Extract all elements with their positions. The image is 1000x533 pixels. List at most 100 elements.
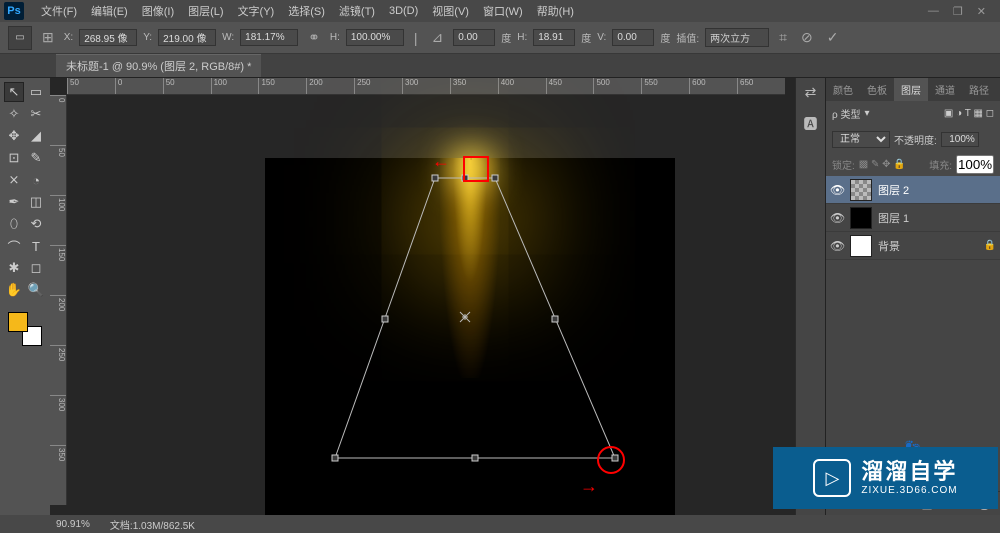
- healing-tool[interactable]: ⊡: [4, 148, 24, 168]
- tab-color[interactable]: 颜色: [826, 78, 860, 101]
- zoom-tool[interactable]: 🔍: [26, 280, 46, 300]
- layer-thumb[interactable]: [850, 235, 872, 257]
- menubar: Ps 文件(F) 编辑(E) 图像(I) 图层(L) 文字(Y) 选择(S) 滤…: [0, 0, 1000, 22]
- restore-button[interactable]: ❐: [953, 5, 963, 18]
- warp-icon[interactable]: ⌗: [779, 29, 787, 46]
- layer-row[interactable]: 👁 图层 2: [826, 176, 1000, 204]
- layer-row[interactable]: 👁 背景 🔒: [826, 232, 1000, 260]
- pen-tool[interactable]: ⌒: [4, 236, 24, 256]
- transform-tool-icon[interactable]: ▭: [8, 26, 32, 50]
- eyedropper-tool[interactable]: ◢: [26, 126, 46, 146]
- menu-edit[interactable]: 编辑(E): [84, 3, 135, 19]
- layer-name[interactable]: 图层 1: [878, 210, 909, 226]
- menu-type[interactable]: 文字(Y): [231, 3, 282, 19]
- kind-label: ρ 类型: [832, 106, 860, 121]
- layer-thumb[interactable]: [850, 179, 872, 201]
- menu-layer[interactable]: 图层(L): [181, 3, 230, 19]
- deg-label3: 度: [660, 30, 670, 45]
- options-bar: ▭ ⊞ X: Y: W: ⚭ H: | ⊿ 度 H: 度 V: 度 插值: 两次…: [0, 22, 1000, 54]
- watermark: ▷ 溜溜自学 ZIXUE.3D66.COM: [773, 447, 998, 509]
- opacity-label: 不透明度:: [894, 132, 937, 147]
- y-field[interactable]: [158, 29, 216, 46]
- minimize-button[interactable]: —: [928, 5, 939, 18]
- brush-tool[interactable]: ✎: [26, 148, 46, 168]
- close-button[interactable]: ✕: [977, 5, 986, 18]
- color-swatches[interactable]: [8, 312, 42, 346]
- stamp-tool[interactable]: ⨯: [4, 170, 24, 190]
- menu-view[interactable]: 视图(V): [425, 3, 476, 19]
- tab-channels[interactable]: 通道: [928, 78, 962, 101]
- crop-tool[interactable]: ✥: [4, 126, 24, 146]
- vskew-field[interactable]: [612, 29, 654, 46]
- h-field[interactable]: [346, 29, 404, 46]
- lock-icon: 🔒: [984, 240, 996, 251]
- vskew-label: V:: [597, 32, 606, 43]
- angle-field[interactable]: [453, 29, 495, 46]
- visibility-icon[interactable]: 👁: [830, 183, 844, 197]
- layer-name[interactable]: 背景: [878, 238, 900, 254]
- ruler-tick: 200: [50, 295, 66, 345]
- menu-image[interactable]: 图像(I): [135, 3, 181, 19]
- quickselect-tool[interactable]: ✂: [26, 104, 46, 124]
- dodge-tool[interactable]: ⟲: [26, 214, 46, 234]
- reference-point-icon[interactable]: ⊞: [42, 29, 54, 46]
- interp-select[interactable]: 两次立方: [705, 28, 769, 47]
- ruler-tick: 300: [402, 78, 450, 94]
- layer-filter-row: ρ 类型 ▾ ▣ ◑ T ▦ ◻: [826, 101, 1000, 126]
- link-wh-icon[interactable]: ⚭: [308, 29, 320, 46]
- ruler-tick: 100: [50, 195, 66, 245]
- layer-thumb[interactable]: [850, 207, 872, 229]
- foreground-swatch[interactable]: [8, 312, 28, 332]
- commit-transform-icon[interactable]: ✓: [827, 29, 839, 46]
- workspace[interactable]: 5005010015020025030035040045050055060065…: [50, 78, 795, 515]
- tab-swatches[interactable]: 色板: [860, 78, 894, 101]
- opacity-field[interactable]: [941, 132, 979, 147]
- tab-layers[interactable]: 图层: [894, 78, 928, 101]
- blend-mode-select[interactable]: 正常: [832, 131, 890, 148]
- watermark-title: 溜溜自学: [861, 460, 957, 484]
- kind-dropdown-icon[interactable]: ▾: [864, 108, 869, 119]
- y-label: Y:: [143, 32, 152, 43]
- ruler-tick: 50: [163, 78, 211, 94]
- path-tool[interactable]: ✱: [4, 258, 24, 278]
- marquee-tool[interactable]: ▭: [26, 82, 46, 102]
- tab-paths[interactable]: 路径: [962, 78, 996, 101]
- menu-3d[interactable]: 3D(D): [382, 5, 425, 17]
- visibility-icon[interactable]: 👁: [830, 239, 844, 253]
- hand-tool[interactable]: ✋: [4, 280, 24, 300]
- ruler-horizontal: 5005010015020025030035040045050055060065…: [67, 78, 785, 95]
- blur-tool[interactable]: ⬯: [4, 214, 24, 234]
- menu-file[interactable]: 文件(F): [34, 3, 84, 19]
- gradient-tool[interactable]: ◫: [26, 192, 46, 212]
- menu-window[interactable]: 窗口(W): [476, 3, 530, 19]
- angle-icon: ⊿: [432, 29, 444, 46]
- eraser-tool[interactable]: ✒: [4, 192, 24, 212]
- doc-info[interactable]: 文档:1.03M/862.5K: [110, 517, 195, 532]
- w-field[interactable]: [240, 29, 298, 46]
- layer-name[interactable]: 图层 2: [878, 182, 909, 198]
- visibility-icon[interactable]: 👁: [830, 211, 844, 225]
- ruler-tick: 50: [67, 78, 115, 94]
- menu-help[interactable]: 帮助(H): [530, 3, 581, 19]
- document-tab[interactable]: 未标题-1 @ 90.9% (图层 2, RGB/8#) *: [56, 54, 261, 77]
- type-tool[interactable]: T: [26, 236, 46, 256]
- x-field[interactable]: [79, 29, 137, 46]
- hskew-field[interactable]: [533, 29, 575, 46]
- x-label: X:: [64, 32, 73, 43]
- layer-row[interactable]: 👁 图层 1: [826, 204, 1000, 232]
- fill-label: 填充:: [929, 157, 952, 172]
- ruler-tick: 400: [498, 78, 546, 94]
- fill-field[interactable]: [956, 155, 994, 174]
- shape-tool[interactable]: ◻: [26, 258, 46, 278]
- menu-filter[interactable]: 滤镜(T): [332, 3, 382, 19]
- lasso-tool[interactable]: ✧: [4, 104, 24, 124]
- lock-icons[interactable]: ▩ ✎ ✥ 🔒: [859, 159, 906, 170]
- zoom-readout[interactable]: 90.91%: [56, 519, 90, 530]
- move-tool[interactable]: ↖: [4, 82, 24, 102]
- ruler-tick: 350: [50, 445, 66, 495]
- history-panel-icon[interactable]: ⇄: [801, 84, 821, 104]
- cancel-transform-icon[interactable]: ⊘: [801, 29, 813, 46]
- menu-select[interactable]: 选择(S): [281, 3, 332, 19]
- history-tool[interactable]: ◔: [26, 170, 46, 190]
- character-panel-icon[interactable]: 🅰: [801, 114, 821, 134]
